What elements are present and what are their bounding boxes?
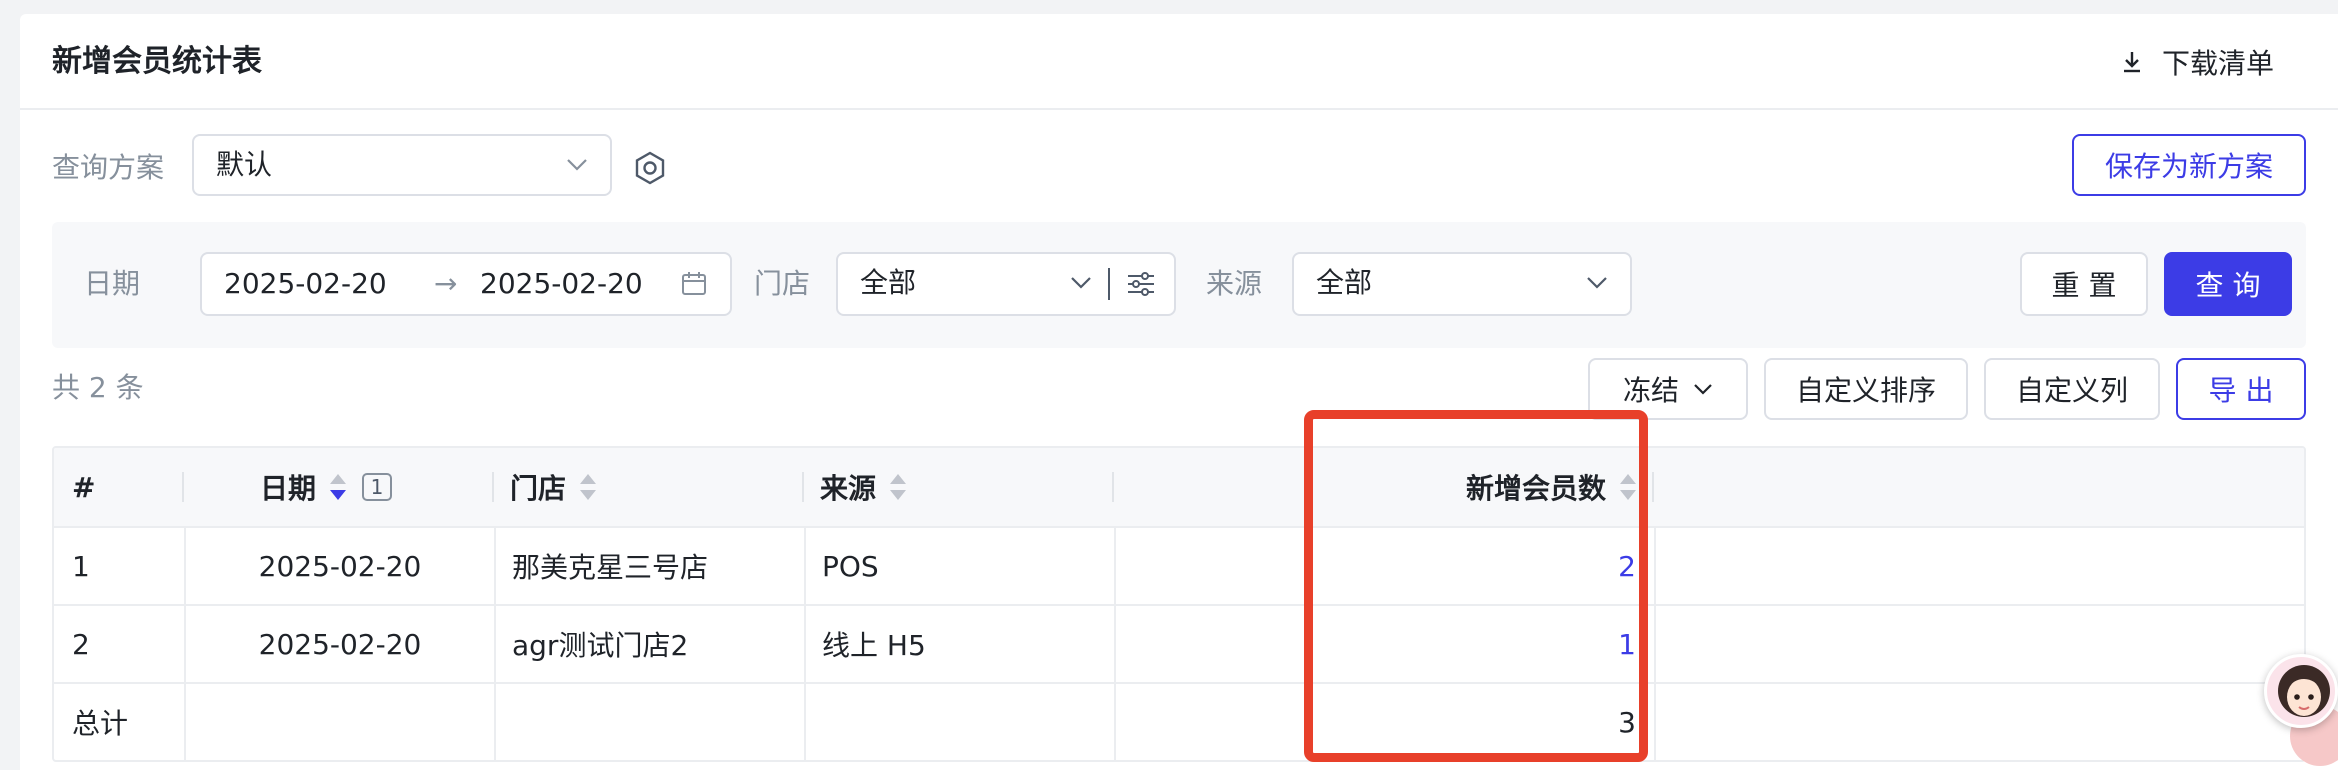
download-icon xyxy=(2123,52,2140,73)
table-header-row: # 日期 1 门店 来源 新增会员数 xyxy=(54,448,2304,526)
plan-select[interactable]: 默认 xyxy=(192,134,612,196)
total-new-members: 3 xyxy=(1114,684,1654,760)
date-range-picker[interactable]: 2025-02-20 → 2025-02-20 xyxy=(200,252,732,316)
data-table: # 日期 1 门店 来源 新增会员数 1 2025-02-20 那美克星三号店 … xyxy=(52,446,2306,762)
cell-index: 2 xyxy=(72,627,90,661)
plan-label: 查询方案 xyxy=(52,151,165,184)
col-header-store-label: 门店 xyxy=(510,472,567,505)
date-label: 日期 xyxy=(84,267,141,300)
store-select[interactable]: 全部 xyxy=(836,252,1176,316)
custom-columns-button[interactable]: 自定义列 xyxy=(1984,358,2160,420)
plan-select-value: 默认 xyxy=(216,148,273,181)
download-list-label: 下载清单 xyxy=(2161,47,2274,80)
filter-panel: 日期 2025-02-20 → 2025-02-20 门店 全部 来源 全部 重… xyxy=(52,222,2306,348)
col-header-store[interactable]: 门店 xyxy=(494,448,804,526)
table-row: 2 2025-02-20 agr测试门店2 线上 H5 1 xyxy=(54,604,2304,682)
freeze-button[interactable]: 冻结 xyxy=(1588,358,1748,420)
cell-empty xyxy=(1654,606,2304,682)
freeze-label: 冻结 xyxy=(1622,374,1679,407)
cell-empty xyxy=(494,684,804,760)
cell-empty xyxy=(804,684,1114,760)
calendar-icon xyxy=(680,270,708,305)
col-header-source[interactable]: 来源 xyxy=(804,448,1114,526)
table-row: 1 2025-02-20 那美克星三号店 POS 2 xyxy=(54,526,2304,604)
cell-date: 2025-02-20 xyxy=(184,528,494,604)
cell-source: POS xyxy=(804,528,1114,604)
download-list-button[interactable]: 下载清单 xyxy=(2118,42,2274,82)
col-header-index: # xyxy=(72,470,96,504)
cell-index: 1 xyxy=(72,549,90,583)
column-divider xyxy=(1652,472,1654,502)
new-members-link[interactable]: 2 xyxy=(1618,550,1636,583)
query-button[interactable]: 查 询 xyxy=(2164,252,2292,316)
col-header-date-label: 日期 xyxy=(260,472,317,505)
total-label: 总计 xyxy=(72,707,129,740)
col-header-new-members[interactable]: 新增会员数 xyxy=(1114,448,1654,526)
save-as-new-plan-button[interactable]: 保存为新方案 xyxy=(2072,134,2306,196)
source-label: 来源 xyxy=(1206,267,1263,300)
report-card: 新增会员统计表 下载清单 查询方案 默认 保存为新方案 日期 2025-02-2… xyxy=(20,14,2338,770)
chevron-down-icon xyxy=(1694,384,1712,395)
cell-store: 那美克星三号店 xyxy=(494,528,804,604)
cell-empty xyxy=(1654,528,2304,604)
custom-sort-button[interactable]: 自定义排序 xyxy=(1764,358,1968,420)
date-end-input[interactable]: 2025-02-20 xyxy=(480,254,643,314)
page-title: 新增会员统计表 xyxy=(52,44,262,79)
col-header-date[interactable]: 日期 1 xyxy=(184,448,494,526)
cell-empty xyxy=(1654,684,2304,760)
assistant-avatar[interactable] xyxy=(2264,654,2338,728)
report-header: 新增会员统计表 下载清单 xyxy=(20,14,2338,110)
sort-order-badge: 1 xyxy=(362,473,393,501)
plan-settings-icon[interactable] xyxy=(630,148,670,188)
record-count: 共 2 条 xyxy=(52,371,144,404)
cell-new-members[interactable]: 2 xyxy=(1114,528,1654,604)
sort-icon[interactable] xyxy=(330,474,347,500)
store-select-value: 全部 xyxy=(860,266,917,299)
table-total-row: 总计 3 xyxy=(54,682,2304,760)
cell-source: 线上 H5 xyxy=(804,606,1114,682)
sort-icon[interactable] xyxy=(580,474,597,500)
store-label: 门店 xyxy=(754,267,811,300)
source-select-value: 全部 xyxy=(1316,266,1373,299)
select-divider xyxy=(1108,268,1110,300)
date-start-input[interactable]: 2025-02-20 xyxy=(224,254,387,314)
col-header-source-label: 来源 xyxy=(820,472,877,505)
new-members-link[interactable]: 1 xyxy=(1618,628,1636,661)
sort-icon[interactable] xyxy=(890,474,907,500)
export-button[interactable]: 导 出 xyxy=(2176,358,2306,420)
sort-icon[interactable] xyxy=(1620,474,1636,500)
reset-button[interactable]: 重 置 xyxy=(2020,252,2148,316)
source-select[interactable]: 全部 xyxy=(1292,252,1632,316)
chevron-down-icon xyxy=(1068,254,1094,312)
chevron-down-icon xyxy=(1584,254,1610,312)
filter-settings-icon[interactable] xyxy=(1124,254,1158,314)
arrow-right-icon: → xyxy=(434,267,458,300)
cell-store: agr测试门店2 xyxy=(494,606,804,682)
cell-date: 2025-02-20 xyxy=(184,606,494,682)
cell-empty xyxy=(184,684,494,760)
chevron-down-icon xyxy=(564,136,590,194)
cell-new-members[interactable]: 1 xyxy=(1114,606,1654,682)
col-header-new-members-label: 新增会员数 xyxy=(1465,472,1606,505)
